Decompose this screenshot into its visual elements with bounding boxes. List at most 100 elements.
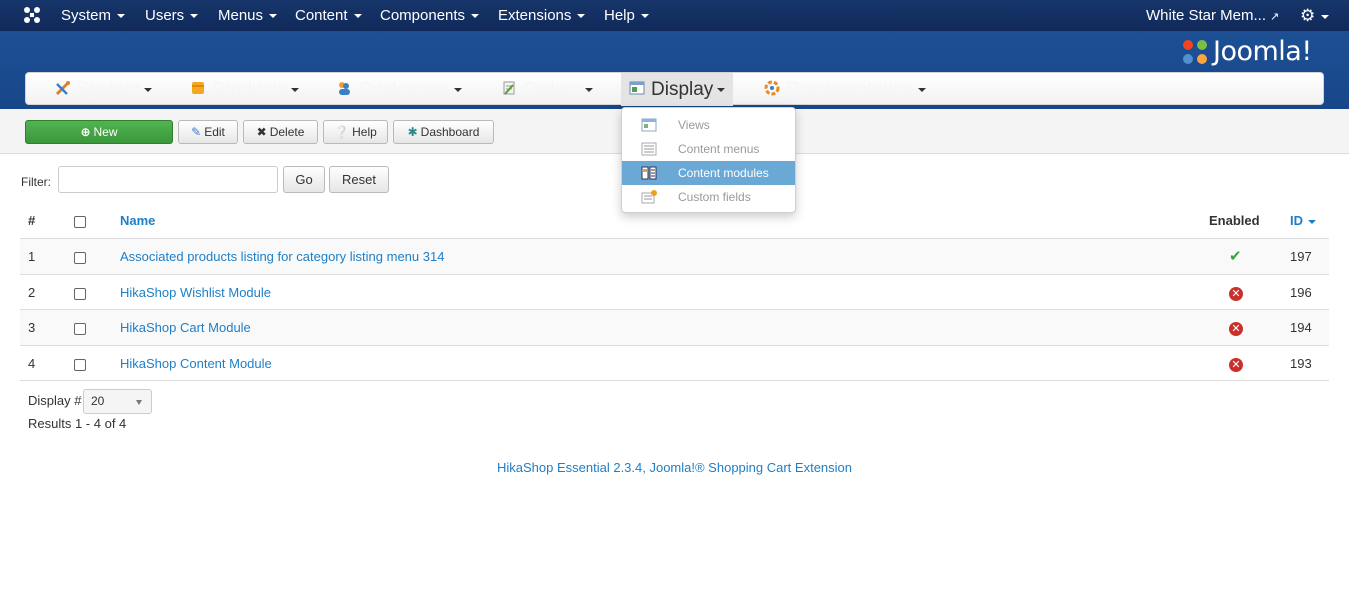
documentation-icon: [764, 80, 780, 96]
caret-down-icon: [269, 14, 278, 19]
caret-down-icon: [144, 87, 153, 92]
table-row: 4 HikaShop Content Module ✕ 193: [20, 345, 1329, 381]
menu-item-custom-fields[interactable]: Custom fields: [622, 185, 795, 209]
external-link-icon: ↗: [1270, 11, 1280, 23]
row-checkbox[interactable]: [74, 239, 86, 274]
delete-button-label: Delete: [269, 125, 305, 139]
hikanav-products[interactable]: Products: [190, 73, 299, 106]
column-header-name[interactable]: Name: [120, 203, 155, 238]
column-header-id-label: ID: [1290, 213, 1303, 228]
custom-fields-icon: [641, 190, 657, 204]
menu-item-custom-fields-label: Custom fields: [678, 190, 751, 204]
hikanav-display[interactable]: Display: [621, 73, 734, 106]
hikanav-documentation[interactable]: Documentation: [764, 73, 926, 106]
help-button-label: Help: [352, 125, 377, 139]
menu-item-content-modules[interactable]: Content modules: [622, 161, 795, 185]
table-row: 2 HikaShop Wishlist Module ✕ 196: [20, 274, 1329, 310]
gear-icon: ⚙: [1300, 6, 1316, 25]
topmenu-system[interactable]: System: [61, 0, 126, 31]
row-number: 2: [28, 285, 36, 300]
footer-link[interactable]: HikaShop Essential 2.3.4, Joomla!® Shopp…: [0, 460, 1349, 475]
column-header-enabled: Enabled: [1209, 213, 1260, 228]
hikanav-system-label: System: [77, 79, 141, 100]
row-checkbox[interactable]: [74, 275, 86, 310]
menu-item-content-modules-label: Content modules: [678, 166, 769, 180]
hikanav-orders[interactable]: Orders: [501, 73, 594, 106]
row-name-link[interactable]: HikaShop Cart Module: [120, 310, 251, 345]
caret-down-icon: [117, 14, 126, 19]
results-count: Results 1 - 4 of 4: [28, 416, 127, 431]
topmenu-menus[interactable]: Menus: [218, 0, 278, 31]
select-all-checkbox[interactable]: [74, 214, 86, 228]
topmenu-help[interactable]: Help: [604, 0, 649, 31]
footer-text: HikaShop Essential 2.3.4, Joomla!® Shopp…: [497, 460, 852, 475]
display-dropdown-menu: Views Content menus Content modules Cust…: [621, 107, 796, 213]
edit-icon: ✎: [191, 125, 202, 139]
row-number: 1: [28, 249, 36, 264]
row-enabled-toggle[interactable]: ✕: [1229, 346, 1243, 381]
row-enabled-toggle[interactable]: ✕: [1229, 310, 1243, 345]
display-count-select[interactable]: 20: [83, 389, 152, 414]
topmenu-components[interactable]: Components: [380, 0, 480, 31]
go-button[interactable]: Go: [283, 166, 325, 193]
menu-item-content-menus[interactable]: Content menus: [622, 137, 795, 161]
caret-down-icon: [917, 87, 926, 92]
topmenu-help-label: Help: [604, 7, 635, 24]
sort-caret-icon: [1308, 219, 1316, 224]
row-id: 193: [1290, 356, 1312, 371]
table-row: 1 Associated products listing for catego…: [20, 238, 1329, 274]
close-icon: ✖: [256, 125, 267, 139]
menu-item-views[interactable]: Views: [622, 113, 795, 137]
settings-menu[interactable]: ⚙: [1300, 0, 1330, 31]
caret-down-icon: [453, 87, 462, 92]
topmenu-users[interactable]: Users: [145, 0, 199, 31]
joomla-logo-icon[interactable]: [22, 5, 42, 25]
views-icon: [641, 118, 657, 132]
topmenu-content[interactable]: Content: [295, 0, 362, 31]
customers-icon: [339, 81, 350, 95]
hikanav-customers-label: Customers: [358, 79, 450, 100]
row-number: 3: [28, 320, 36, 335]
row-name-link[interactable]: HikaShop Content Module: [120, 346, 272, 381]
hikanav-products-label: Products: [212, 79, 287, 100]
caret-down-icon: [1321, 14, 1330, 19]
delete-button[interactable]: ✖ Delete: [243, 120, 318, 144]
table-row: 3 HikaShop Cart Module ✕ 194: [20, 309, 1329, 345]
site-name-link[interactable]: White Star Mem... ↗: [1146, 0, 1279, 31]
row-enabled-toggle[interactable]: ✔: [1229, 239, 1242, 274]
site-name-label: White Star Mem...: [1146, 7, 1267, 24]
caret-down-icon: [290, 87, 299, 92]
dashboard-button-label: Dashboard: [420, 125, 480, 139]
brand-text: Joomla!: [1213, 36, 1312, 67]
topmenu-system-label: System: [61, 7, 112, 24]
row-id: 196: [1290, 285, 1312, 300]
row-name-link[interactable]: HikaShop Wishlist Module: [120, 275, 271, 310]
joomla-brand: Joomla!: [1180, 36, 1312, 68]
row-checkbox[interactable]: [74, 346, 86, 381]
check-icon: ✔: [1229, 248, 1242, 265]
row-name-link[interactable]: Associated products listing for category…: [120, 239, 444, 274]
go-button-label: Go: [295, 172, 313, 187]
reset-button[interactable]: Reset: [329, 166, 389, 193]
row-enabled-toggle[interactable]: ✕: [1229, 275, 1243, 310]
help-button[interactable]: ❔ Help: [323, 120, 388, 144]
topmenu-extensions[interactable]: Extensions: [498, 0, 586, 31]
row-id: 194: [1290, 320, 1312, 335]
hikanav-display-label: Display: [651, 79, 714, 100]
disabled-x-icon: ✕: [1229, 286, 1243, 301]
new-button[interactable]: ⊕ New: [25, 120, 173, 144]
hikashop-menu-bar: System Products Customers Orders Display…: [25, 72, 1324, 106]
tools-icon: [55, 80, 70, 96]
products-icon: [192, 81, 204, 94]
display-count-value: 20: [91, 394, 105, 408]
dashboard-button[interactable]: ✱ Dashboard: [393, 120, 494, 144]
edit-button[interactable]: ✎ Edit: [178, 120, 238, 144]
hikanav-customers[interactable]: Customers: [336, 73, 462, 106]
column-header-num: #: [28, 213, 36, 228]
filter-input[interactable]: [58, 166, 278, 193]
topmenu-content-label: Content: [295, 7, 348, 24]
display-icon: [629, 81, 645, 95]
hikanav-system[interactable]: System: [55, 73, 153, 106]
row-checkbox[interactable]: [74, 310, 86, 345]
column-header-id[interactable]: ID: [1290, 203, 1316, 238]
